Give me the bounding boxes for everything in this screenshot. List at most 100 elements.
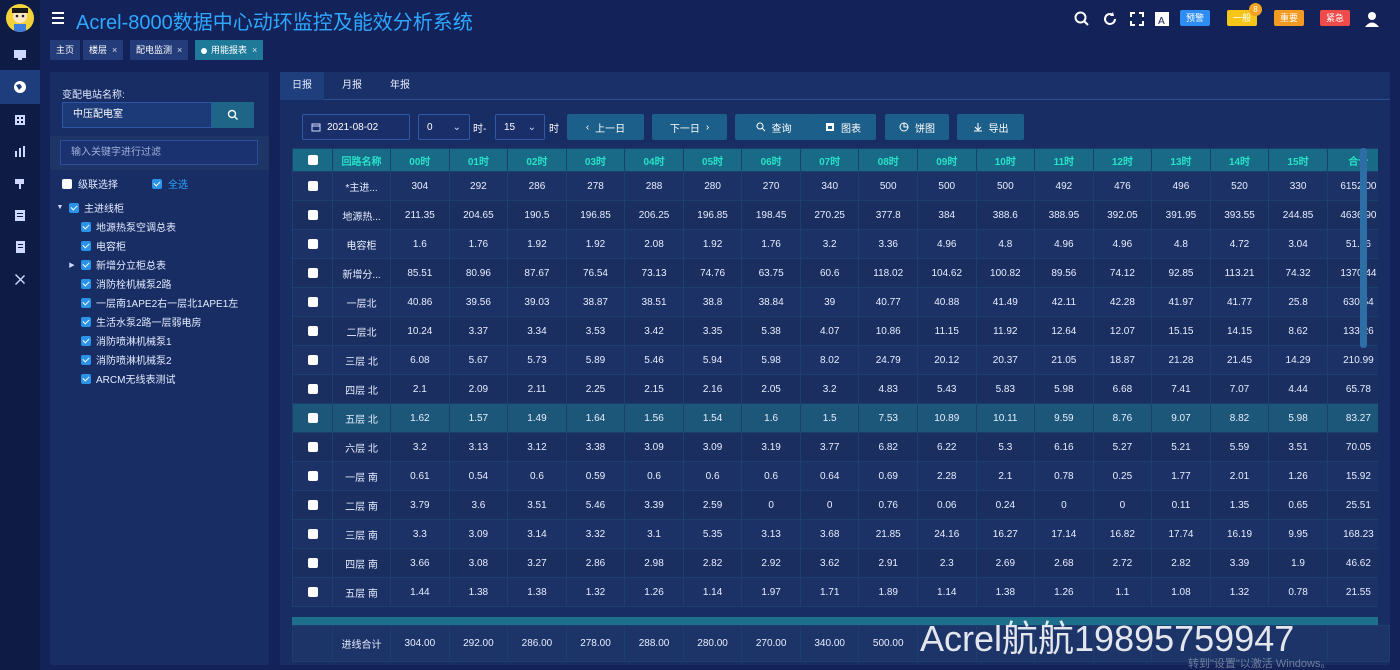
pie-button[interactable]: 饼图 xyxy=(885,114,949,140)
table-row[interactable]: 四层 北 2.1 2.09 2.11 2.25 2.15 2.16 2.05 3.2 4.83 5.… xyxy=(292,374,1378,404)
tree-node-checkbox[interactable] xyxy=(81,221,91,232)
building-icon[interactable] xyxy=(0,102,40,136)
table-row[interactable]: 三层 北 6.08 5.67 5.73 5.89 5.46 5.94 5.98 8.02 24.7… xyxy=(292,345,1378,375)
row-checkbox[interactable] xyxy=(292,171,334,201)
tree-node[interactable]: ARCM无线表测试 xyxy=(56,369,266,388)
station-select[interactable]: 中压配电室 xyxy=(62,102,212,128)
query-button[interactable]: 查询 xyxy=(735,114,812,140)
tab-energy-report[interactable]: 用能报表 × xyxy=(195,40,264,60)
row-checkbox[interactable] xyxy=(292,345,334,375)
tree-filter-input[interactable]: 输入关键字进行过滤 xyxy=(60,140,258,165)
row-checkbox[interactable] xyxy=(292,519,334,549)
expand-arrow-icon[interactable]: ▶ xyxy=(68,261,76,269)
tree-node[interactable]: 地源热泵空调总表 xyxy=(56,217,266,236)
row-checkbox[interactable] xyxy=(292,490,334,520)
tree-node[interactable]: 消防栓机械泵2路 xyxy=(56,274,266,293)
row-checkbox[interactable] xyxy=(292,200,334,230)
bar-chart-icon[interactable] xyxy=(0,134,40,168)
table-row[interactable]: 电容柜 1.6 1.76 1.92 1.92 2.08 1.92 1.76 3.2 3.36 4.9… xyxy=(292,229,1378,259)
fullscreen-icon[interactable] xyxy=(1128,10,1146,28)
tree-node-checkbox[interactable] xyxy=(81,354,91,365)
row-checkbox[interactable] xyxy=(292,258,334,288)
user-icon[interactable] xyxy=(1363,10,1381,28)
select-all-checkbox[interactable]: 全选 xyxy=(152,176,188,191)
menu-icon[interactable] xyxy=(52,11,68,25)
tree-node-checkbox[interactable] xyxy=(81,259,91,270)
close-icon[interactable]: × xyxy=(252,45,257,55)
station-search-button[interactable] xyxy=(212,102,254,128)
table-row[interactable]: 四层 南 3.66 3.08 3.27 2.86 2.98 2.82 2.92 3.62 2.91… xyxy=(292,548,1378,578)
globe-icon[interactable] xyxy=(0,70,40,104)
tab-daily[interactable]: 日报 xyxy=(280,72,324,100)
tree-node[interactable]: 一层南1APE2右一层北1APE1左 xyxy=(56,293,266,312)
tree-node[interactable]: 电容柜 xyxy=(56,236,266,255)
row-checkbox[interactable] xyxy=(292,287,334,317)
select-all-rows-checkbox[interactable] xyxy=(292,148,334,172)
row-checkbox[interactable] xyxy=(292,548,334,578)
table-row[interactable]: *主进... 304 292 286 278 288 280 270 340 500 500 500 4… xyxy=(292,171,1378,201)
tree-node-label: 消防喷淋机械泵1 xyxy=(96,337,172,348)
row-checkbox[interactable] xyxy=(292,374,334,404)
tree-node[interactable]: 消防喷淋机械泵1 xyxy=(56,331,266,350)
row-checkbox[interactable] xyxy=(292,229,334,259)
search-icon[interactable] xyxy=(1073,10,1091,28)
camera-icon[interactable] xyxy=(0,166,40,200)
table-row[interactable]: 地源热... 211.35 204.65 190.5 196.85 206.25 196.8… xyxy=(292,200,1378,230)
tree-node-checkbox[interactable] xyxy=(81,278,91,289)
chart-button[interactable]: 图表 xyxy=(810,114,876,140)
alert-important-badge[interactable]: 重要 xyxy=(1274,10,1305,26)
tree-node[interactable]: 生活水泵2路一层弱电房 xyxy=(56,312,266,331)
table-row[interactable]: 一层 南 0.61 0.54 0.6 0.59 0.6 0.6 0.6 0.64 0.69 2.28… xyxy=(292,461,1378,491)
row-checkbox[interactable] xyxy=(292,316,334,346)
font-size-icon[interactable]: A xyxy=(1153,10,1171,28)
tree-node[interactable]: ▶ 新增分立柜总表 xyxy=(56,255,266,274)
table-row[interactable]: 三层 南 3.3 3.09 3.14 3.32 3.1 5.35 3.13 3.68 21.85 2… xyxy=(292,519,1378,549)
vertical-scrollbar[interactable] xyxy=(1360,148,1367,348)
close-icon[interactable]: × xyxy=(112,45,117,55)
refresh-icon[interactable] xyxy=(1101,10,1119,28)
tree-node-checkbox[interactable] xyxy=(81,373,91,384)
table-row[interactable]: 六层 北 3.2 3.13 3.12 3.38 3.09 3.09 3.19 3.77 6.82 6… xyxy=(292,432,1378,462)
value-cell: 104.62 xyxy=(917,258,977,288)
row-checkbox[interactable] xyxy=(292,577,334,607)
tree-node-checkbox[interactable] xyxy=(81,297,91,308)
alert-warning-badge[interactable]: 预警 xyxy=(1180,10,1211,26)
table-row[interactable]: 二层 南 3.79 3.6 3.51 5.46 3.39 2.59 0 0 0.76 0.06 0.2… xyxy=(292,490,1378,520)
tab-power-monitor[interactable]: 配电监测 × xyxy=(130,40,189,60)
export-button[interactable]: 导出 xyxy=(957,114,1024,140)
tab-home[interactable]: 主页 xyxy=(50,40,81,60)
tab-monthly[interactable]: 月报 xyxy=(330,72,374,100)
row-checkbox[interactable] xyxy=(292,461,334,491)
tab-yearly[interactable]: 年报 xyxy=(378,72,422,100)
alert-urgent-badge[interactable]: 紧急 xyxy=(1320,10,1351,26)
tree-node-checkbox[interactable] xyxy=(81,240,91,251)
table-row[interactable]: 二层北 10.24 3.37 3.34 3.53 3.42 3.35 5.38 4.07 10.8… xyxy=(292,316,1378,346)
tree-node[interactable]: 消防喷淋机械泵2 xyxy=(56,350,266,369)
tools-icon[interactable] xyxy=(0,262,40,296)
table-row[interactable]: 五层 南 1.44 1.38 1.38 1.32 1.26 1.14 1.97 1.71 1.89… xyxy=(292,577,1378,607)
cascade-select-checkbox[interactable]: 级联选择 xyxy=(62,176,118,191)
expand-arrow-icon[interactable]: ▼ xyxy=(56,204,64,211)
value-cell: 2.16 xyxy=(682,374,743,404)
avatar[interactable] xyxy=(6,4,34,32)
prev-day-button[interactable]: ‹ 上一日 xyxy=(567,114,644,140)
row-checkbox[interactable] xyxy=(292,432,334,462)
monitor-icon[interactable] xyxy=(0,38,40,72)
hour-from-select[interactable]: 0 ⌄ xyxy=(418,114,470,140)
alert-normal-badge[interactable]: 一般 8 xyxy=(1227,3,1263,26)
tree-node[interactable]: ▼ 主进线柜 xyxy=(56,198,266,217)
table-row[interactable]: 一层北 40.86 39.56 39.03 38.87 38.51 38.8 38.84 39 4… xyxy=(292,287,1378,317)
tree-node-checkbox[interactable] xyxy=(81,316,91,327)
table-row[interactable]: 新增分... 85.51 80.96 87.67 76.54 73.13 74.76 63.7… xyxy=(292,258,1378,288)
date-picker[interactable]: 2021-08-02 xyxy=(302,114,410,140)
report-icon[interactable] xyxy=(0,198,40,232)
tab-floor[interactable]: 楼层 × xyxy=(83,40,124,60)
table-row[interactable]: 五层 北 1.62 1.57 1.49 1.64 1.56 1.54 1.6 1.5 7.53 10… xyxy=(292,403,1378,433)
close-icon[interactable]: × xyxy=(177,45,182,55)
hour-to-select[interactable]: 15 ⌄ xyxy=(495,114,545,140)
row-checkbox[interactable] xyxy=(292,403,334,433)
document-icon[interactable] xyxy=(0,230,40,264)
tree-node-checkbox[interactable] xyxy=(69,202,79,213)
next-day-button[interactable]: 下一日 › xyxy=(652,114,727,140)
tree-node-checkbox[interactable] xyxy=(81,335,91,346)
